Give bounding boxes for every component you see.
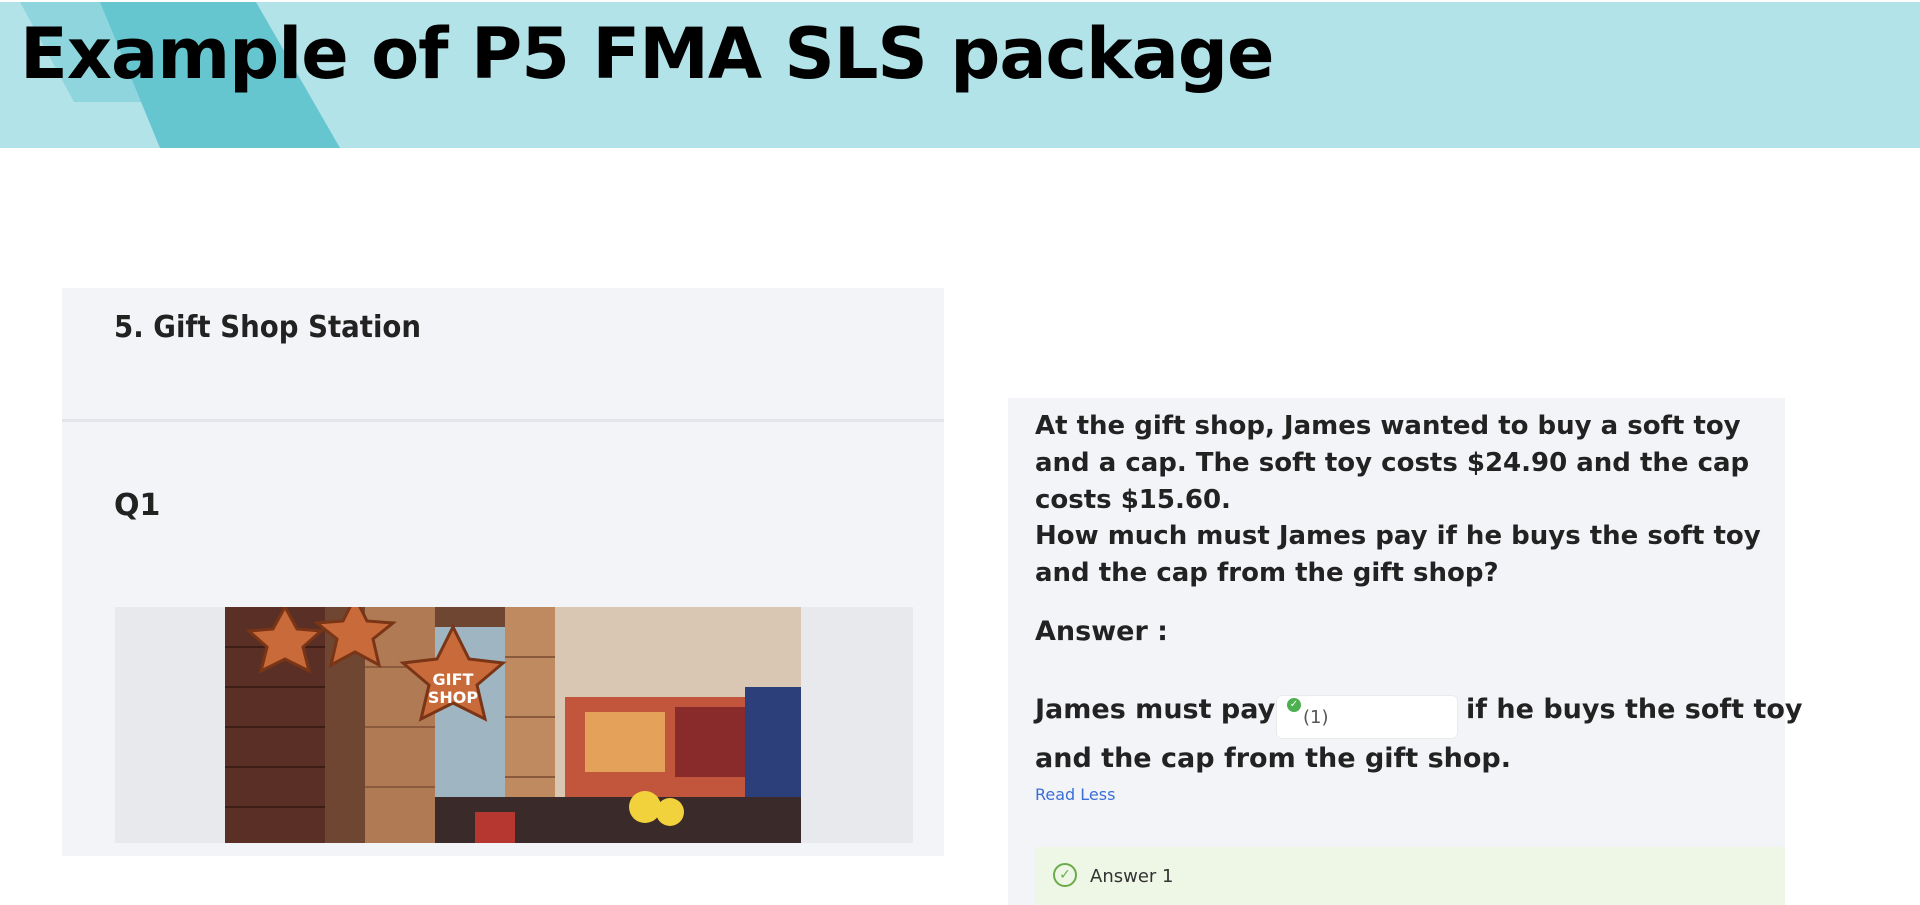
answer-suffix-text: if he buys the soft toy [1466,694,1803,725]
answer-feedback-label: Answer 1 [1090,866,1174,887]
answer-feedback-row[interactable]: ✓ Answer 1 [1035,847,1785,905]
question-image-frame: GIFT SHOP [115,607,913,843]
read-less-link[interactable]: Read Less [1035,785,1115,804]
station-panel: 5. Gift Shop Station Q1 GIFT SHOP [62,288,944,856]
panel-divider [62,419,944,422]
check-circle-filled-icon: ✓ [1287,698,1301,712]
question-paragraph-1: At the gift shop, James wanted to buy a … [1035,411,1750,515]
station-title: 5. Gift Shop Station [114,310,422,345]
slide-header-banner: Example of P5 FMA SLS package [0,0,1920,150]
answer-line-2: and the cap from the gift shop. [1035,743,1512,774]
slide-title: Example of P5 FMA SLS package [20,13,1274,95]
question-label: Q1 [114,488,161,523]
question-panel: At the gift shop, James wanted to buy a … [1008,398,1803,905]
question-paragraph-2: How much must James pay if he buys the s… [1035,521,1761,588]
check-circle-outline-icon: ✓ [1053,863,1077,887]
answer-prefix-text: James must pay $ [1035,694,1304,725]
answer-heading: Answer : [1035,616,1168,647]
gift-shop-photo-illustration: GIFT SHOP [225,607,801,843]
answer-blank-label: (1) [1303,707,1329,728]
gift-sign-line2: SHOP [428,688,479,707]
answer-blank-input[interactable]: ✓ (1) [1276,695,1458,739]
gift-sign-line1: GIFT [433,670,474,689]
gift-shop-photo[interactable]: GIFT SHOP [225,607,801,843]
